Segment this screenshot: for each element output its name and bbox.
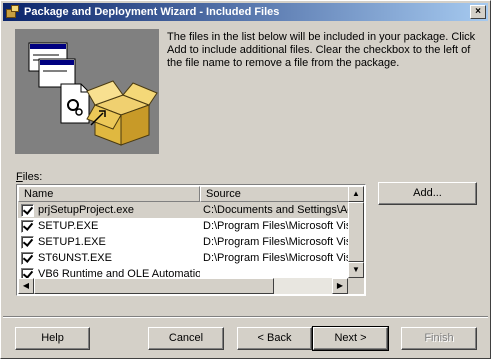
horizontal-scrollbar[interactable]: ◀ ▶	[18, 278, 348, 294]
title-bar[interactable]: Package and Deployment Wizard - Included…	[3, 3, 488, 21]
wizard-window: Package and Deployment Wizard - Included…	[0, 0, 491, 359]
files-label-mnemonic: F	[16, 171, 23, 183]
files-label: Files:	[16, 171, 42, 183]
description-text: The files in the list below will be incl…	[167, 31, 476, 69]
scroll-up-button[interactable]: ▲	[348, 186, 364, 202]
include-file-checkbox[interactable]	[21, 203, 34, 217]
horizontal-scroll-thumb[interactable]	[34, 278, 274, 294]
file-name-cell: ST6UNST.EXE	[18, 251, 200, 265]
include-file-checkbox[interactable]	[21, 219, 34, 233]
file-name: prjSetupProject.exe	[38, 204, 134, 216]
vertical-scrollbar[interactable]: ▲ ▼	[348, 186, 364, 278]
file-source: D:\Program Files\Microsoft Visu	[203, 236, 350, 248]
vertical-scroll-thumb[interactable]	[348, 202, 364, 262]
cancel-button[interactable]: Cancel	[148, 327, 224, 350]
scroll-left-button[interactable]: ◀	[18, 278, 34, 294]
file-source: C:\Documents and Settings\Ac	[203, 204, 350, 216]
window-title: Package and Deployment Wizard - Included…	[24, 6, 280, 18]
file-name-cell: prjSetupProject.exe	[18, 203, 200, 217]
column-header-name[interactable]: Name	[18, 186, 200, 202]
include-file-checkbox[interactable]	[21, 251, 34, 265]
include-file-checkbox[interactable]	[21, 235, 34, 249]
finish-button[interactable]: Finish	[401, 327, 477, 350]
next-button[interactable]: Next >	[312, 326, 389, 351]
file-source: D:\Program Files\Microsoft Visu	[203, 252, 350, 264]
wizard-package-illustration	[15, 29, 159, 154]
table-row[interactable]: ST6UNST.EXE D:\Program Files\Microsoft Vi…	[18, 250, 364, 266]
close-button[interactable]: ×	[470, 5, 486, 19]
table-row[interactable]: prjSetupProject.exe C:\Documents and Sett…	[18, 202, 364, 218]
scroll-right-button[interactable]: ▶	[332, 278, 348, 294]
file-name: ST6UNST.EXE	[38, 252, 112, 264]
column-header-source[interactable]: Source	[200, 186, 350, 202]
file-source: D:\Program Files\Microsoft Visu	[203, 220, 350, 232]
file-name: SETUP1.EXE	[38, 236, 106, 248]
add-button[interactable]: Add...	[378, 182, 477, 205]
scrollbar-corner	[348, 278, 364, 294]
package-box-icon	[5, 4, 21, 20]
table-row[interactable]: SETUP1.EXE D:\Program Files\Microsoft Vis…	[18, 234, 364, 250]
file-name-cell: SETUP.EXE	[18, 219, 200, 233]
file-name-cell: SETUP1.EXE	[18, 235, 200, 249]
table-row[interactable]: SETUP.EXE D:\Program Files\Microsoft Visu	[18, 218, 364, 234]
list-header: Name Source	[18, 186, 364, 202]
separator	[3, 316, 488, 318]
files-list[interactable]: Name Source prjSetupProject.exe C:\Docume…	[16, 184, 366, 296]
files-label-rest: iles:	[22, 171, 43, 183]
file-name: SETUP.EXE	[38, 220, 99, 232]
scroll-down-button[interactable]: ▼	[348, 262, 364, 278]
back-button[interactable]: < Back	[237, 327, 312, 350]
help-button[interactable]: Help	[15, 327, 90, 350]
